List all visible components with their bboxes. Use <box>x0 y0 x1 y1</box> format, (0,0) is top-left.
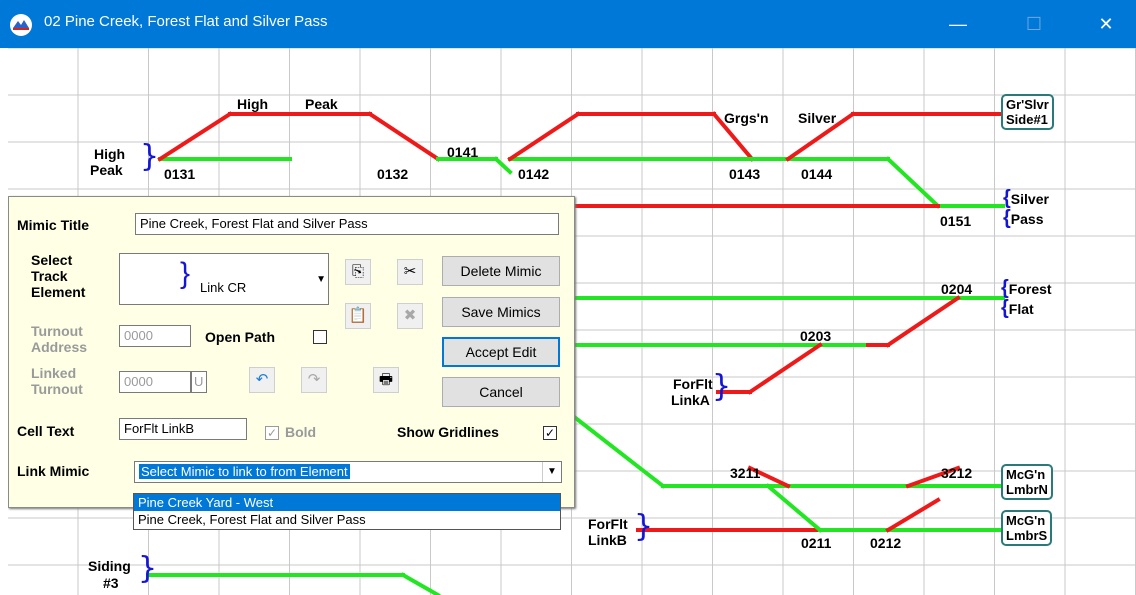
link-mimic-label: Link Mimic <box>17 463 90 479</box>
brace-forflt-linkb: } <box>634 509 654 544</box>
address-3211: 3211 <box>730 465 761 481</box>
track-red <box>885 295 961 348</box>
label-forflt-linka-2: LinkA <box>671 392 710 408</box>
save-mimics-button[interactable]: Save Mimics <box>442 297 560 327</box>
mimic-title-label: Mimic Title <box>17 217 90 233</box>
label-grgsn: Grgs'n <box>724 110 769 126</box>
close-button[interactable]: ✕ <box>1080 0 1132 48</box>
label-peak: Peak <box>305 96 338 112</box>
box-mcgn-lmbrs[interactable]: McG'n LmbrS <box>1001 510 1053 546</box>
label-forest-flat-1: {Forest <box>1001 277 1052 299</box>
window-titlebar[interactable]: 02 Pine Creek, Forest Flat and Silver Pa… <box>0 0 1136 48</box>
copy-icon[interactable]: ⎘ <box>345 259 371 285</box>
cell-text-input[interactable]: ForFlt LinkB <box>119 418 247 440</box>
turnout-address-input[interactable]: 0000 <box>119 325 191 347</box>
address-0143: 0143 <box>729 166 761 182</box>
chevron-down-icon[interactable]: ▼ <box>542 462 561 482</box>
address-0144: 0144 <box>801 166 833 182</box>
address-0212: 0212 <box>870 535 902 551</box>
box-mcgn-lmbrn[interactable]: McG'n LmbrN <box>1001 464 1053 500</box>
label-forflt-linkb-1: ForFlt <box>588 516 628 532</box>
address-0203: 0203 <box>800 328 832 344</box>
dropdown-option[interactable]: Pine Creek Yard - West <box>134 494 560 511</box>
address-0142: 0142 <box>518 166 550 182</box>
show-gridlines-checkbox[interactable]: ✓ <box>543 426 557 440</box>
cut-icon[interactable]: ✂ <box>397 259 423 285</box>
address-3212: 3212 <box>941 465 973 481</box>
track-element-select[interactable]: } Link CR ▼ <box>119 253 329 305</box>
accept-edit-button[interactable]: Accept Edit <box>442 337 560 367</box>
track-green <box>493 156 513 175</box>
open-path-checkbox[interactable] <box>313 330 327 344</box>
address-0131: 0131 <box>164 166 196 182</box>
address-0132: 0132 <box>377 166 409 182</box>
delete-mimic-button[interactable]: Delete Mimic <box>442 256 560 286</box>
bold-label: Bold <box>285 424 317 440</box>
select-track-label-2: Track <box>31 268 68 284</box>
brace-siding: } <box>138 551 158 586</box>
bold-checkbox[interactable]: ✓ <box>265 426 279 440</box>
dropdown-option[interactable]: Pine Creek, Forest Flat and Silver Pass <box>134 511 560 528</box>
mimic-canvas[interactable]: High Peak Grgs'n Silver High Peak } {Sil… <box>8 48 1136 595</box>
redo-icon[interactable]: ↷ <box>301 367 327 393</box>
track-red <box>747 342 823 395</box>
brace-high-peak: } <box>140 139 160 174</box>
linked-turnout-input[interactable]: 0000 <box>119 371 191 393</box>
mimic-title-input[interactable]: Pine Creek, Forest Flat and Silver Pass <box>135 213 559 235</box>
track-green <box>765 483 823 533</box>
link-mimic-value: Select Mimic to link to from Element <box>139 464 350 479</box>
track-red <box>507 111 581 162</box>
maximize-button[interactable]: ☐ <box>1008 0 1060 48</box>
label-silver-pass-2: {Pass <box>1003 207 1044 229</box>
link-mimic-dropdown-list[interactable]: Pine Creek Yard - West Pine Creek, Fores… <box>133 493 561 530</box>
label-high-peak-1: High <box>94 146 126 162</box>
address-0204: 0204 <box>941 281 973 297</box>
label-siding-1: Siding <box>88 558 131 574</box>
open-path-label: Open Path <box>205 329 276 345</box>
label-forflt-linka-1: ForFlt <box>673 376 713 392</box>
minimize-button[interactable]: — <box>932 0 984 48</box>
app-icon <box>10 14 32 36</box>
label-silver: Silver <box>798 110 837 126</box>
track-red <box>367 111 441 162</box>
window-title: 02 Pine Creek, Forest Flat and Silver Pa… <box>44 13 328 30</box>
linked-turnout-flag[interactable]: U <box>191 371 207 393</box>
linked-turnout-label-2: Turnout <box>31 381 83 397</box>
box-grslvr-side1[interactable]: Gr'Slvr Side#1 <box>1001 94 1054 130</box>
track-element-brace: } <box>180 257 191 290</box>
address-0141: 0141 <box>447 144 479 160</box>
address-0211: 0211 <box>801 535 832 551</box>
label-forflt-linkb-2: LinkB <box>588 532 627 548</box>
select-track-label-1: Select <box>31 252 73 268</box>
track-green <box>570 413 666 489</box>
address-0151: 0151 <box>940 213 972 229</box>
track-green <box>400 572 441 595</box>
label-forest-flat-2: {Flat <box>1001 297 1034 319</box>
cancel-button[interactable]: Cancel <box>442 377 560 407</box>
label-high: High <box>237 96 269 112</box>
link-mimic-select[interactable]: Select Mimic to link to from Element ▼ <box>134 461 562 483</box>
chevron-down-icon[interactable]: ▼ <box>316 270 326 290</box>
show-gridlines-label: Show Gridlines <box>397 424 499 440</box>
turnout-address-label-1: Turnout <box>31 323 83 339</box>
linked-turnout-label-1: Linked <box>31 365 77 381</box>
mimic-edit-dialog: Mimic Title Pine Creek, Forest Flat and … <box>8 196 575 508</box>
track-green <box>885 156 941 209</box>
brace-forflt-linka: } <box>712 369 732 404</box>
paste-icon[interactable]: 📋 <box>345 303 371 329</box>
delete-selection-icon[interactable]: ✖ <box>397 303 423 329</box>
cell-text-label: Cell Text <box>17 423 75 439</box>
track-red <box>885 497 941 533</box>
turnout-address-label-2: Address <box>31 339 88 355</box>
print-icon[interactable]: 🖶 <box>373 367 399 393</box>
label-high-peak-2: Peak <box>90 162 123 178</box>
label-siding-2: #3 <box>103 575 119 591</box>
label-silver-pass-1: {Silver <box>1003 187 1049 209</box>
undo-icon[interactable]: ↶ <box>249 367 275 393</box>
track-element-value: Link CR <box>200 280 247 295</box>
select-track-label-3: Element <box>31 284 86 300</box>
